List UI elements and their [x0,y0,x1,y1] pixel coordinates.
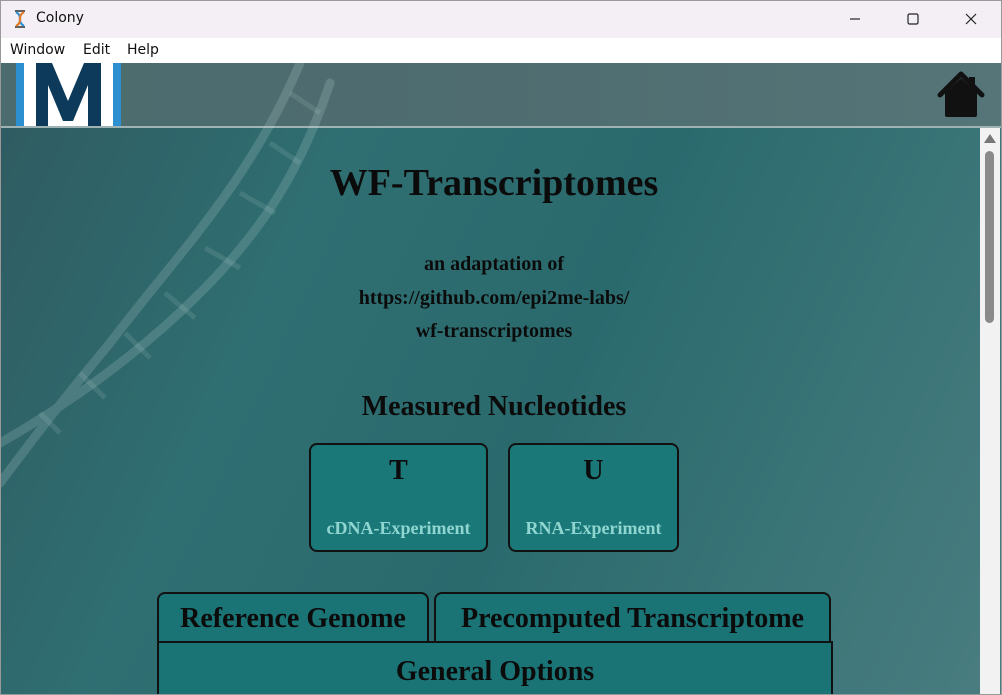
card-label: cDNA-Experiment [326,518,471,538]
window-title: Colony [36,10,84,26]
close-button[interactable] [942,0,1000,38]
menu-bar: Window Edit Help [0,38,1002,64]
panel-title: General Options [395,656,595,687]
general-options-panel: General Options [157,641,833,695]
section-title: Measured Nucleotides [361,391,627,422]
cdna-experiment-card[interactable]: T cDNA-Experiment [309,443,488,552]
scroll-up-arrow-icon[interactable] [984,134,996,143]
page-title: WF-Transcriptomes [329,162,659,204]
app-logo [16,63,121,126]
subtitle-line-2: https://github.com/epi2me-labs/ [358,287,630,309]
dna-icon [15,10,25,28]
app-content: WF-Transcriptomes an adaptation of https… [0,63,1002,695]
menu-edit[interactable]: Edit [83,42,110,58]
title-bar: Colony [0,0,1002,38]
subtitle-line-3: wf-transcriptomes [415,320,573,342]
minimize-icon [850,18,860,20]
card-letter: U [583,455,604,486]
scroll-thumb[interactable] [985,151,994,323]
menu-help[interactable]: Help [127,42,159,58]
logo-mark [36,63,101,126]
menu-window[interactable]: Window [10,42,65,58]
card-letter: T [389,455,408,486]
rna-experiment-card[interactable]: U RNA-Experiment [508,443,679,552]
tab-reference-genome[interactable]: Reference Genome [157,592,429,644]
tab-precomputed-transcriptome[interactable]: Precomputed Transcriptome [434,592,831,644]
close-icon [965,13,977,25]
maximize-icon [907,13,919,25]
vertical-scrollbar[interactable] [980,128,1000,695]
minimize-button[interactable] [826,0,884,38]
home-icon[interactable] [936,71,986,119]
card-label: RNA-Experiment [525,518,662,538]
subtitle-line-1: an adaptation of [423,253,565,275]
maximize-button[interactable] [884,0,942,38]
